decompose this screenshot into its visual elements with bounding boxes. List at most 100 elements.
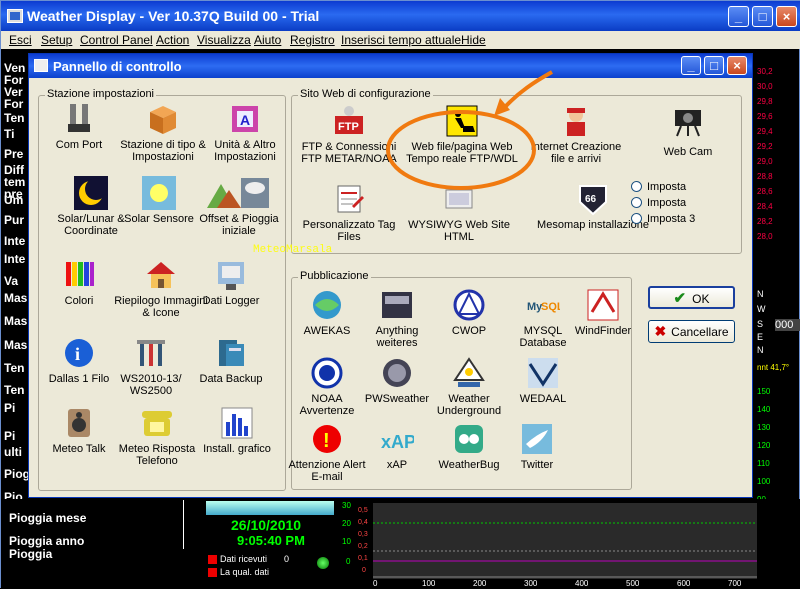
dialog-maximize-button[interactable]: □ (704, 56, 724, 75)
wedaal-button[interactable]: WEDAAL (501, 356, 585, 405)
graph-icon (220, 406, 254, 440)
ftp-icon: FTP (332, 104, 366, 138)
clock-panel: 26/10/2010 9:05:40 PM (183, 499, 334, 549)
graph-y-tick: 10 (342, 537, 351, 546)
right-tick: 150 (757, 387, 771, 396)
svg-text:66: 66 (585, 194, 597, 205)
imposta-radio-3[interactable]: Imposta 3 (631, 213, 695, 225)
menu-esci[interactable]: Esci (9, 33, 32, 47)
pwsweather-icon (380, 356, 414, 390)
graph-y2-tick: 0,2 (358, 543, 368, 550)
mesomap-icon: 66 (576, 182, 610, 216)
house-icon (144, 258, 178, 292)
twitter-button[interactable]: Twitter (495, 422, 579, 471)
right-tick: 120 (757, 441, 771, 450)
svg-text:!: ! (323, 430, 330, 452)
speaker-icon (62, 406, 96, 440)
windfinder-button[interactable]: WindFinder (561, 288, 645, 337)
right-tick: 130 (757, 423, 771, 432)
wunderground-icon (452, 356, 486, 390)
main-title-bar[interactable]: Weather Display - Ver 10.37Q Build 00 - … (1, 1, 800, 31)
graph-x-tick: 200 (473, 579, 487, 588)
menu-control-panel[interactable]: Control Panel (80, 33, 153, 47)
graph-y-tick: 30 (342, 501, 351, 510)
menu-registro[interactable]: Registro (290, 33, 335, 47)
alert-email-icon: ! (310, 422, 344, 456)
wedaal-icon (526, 356, 560, 390)
maximize-button[interactable]: □ (752, 6, 773, 27)
graph-x-tick: 0 (373, 579, 378, 588)
bottom-panel: Pioggia mese Pioggia anno Pioggia 26/10/… (1, 499, 800, 589)
install-grafico-button[interactable]: Install. grafico (187, 406, 287, 455)
watermark-text: MeteoMarsala (253, 244, 333, 256)
imposta-radio-1[interactable]: Imposta (631, 181, 686, 193)
compass-label: N (757, 289, 764, 299)
menu-aiuto[interactable]: Aiuto (254, 33, 281, 47)
imposta-radio-2[interactable]: Imposta (631, 197, 686, 209)
svg-text:SQL: SQL (541, 301, 560, 313)
com-port-icon (62, 102, 96, 136)
right-value: 30,2 (757, 67, 773, 76)
radio-circle (631, 197, 642, 208)
cancel-button[interactable]: ✖ Cancellare (648, 320, 735, 343)
graph-y2-tick: 0 (362, 567, 366, 574)
svg-text:xAP: xAP (381, 432, 414, 452)
colors-icon (62, 258, 96, 292)
unita-button[interactable]: A Unità & Altro Impostazioni (195, 102, 295, 163)
graph-y2-tick: 0,5 (358, 507, 368, 514)
ok-button[interactable]: ✔ OK (648, 286, 735, 309)
svg-text:A: A (240, 112, 250, 128)
menu-setup[interactable]: Setup (41, 33, 72, 47)
right-readout: nnt 41,7° (757, 363, 790, 372)
webcam-icon (671, 104, 705, 138)
cwop-button[interactable]: CWOP (427, 288, 511, 337)
cross-icon: ✖ (654, 323, 667, 339)
close-button[interactable]: × (776, 6, 797, 27)
weatherbug-icon (452, 422, 486, 456)
awekas-icon (310, 288, 344, 322)
right-tick: 140 (757, 405, 771, 414)
date-display: 26/10/2010 (231, 517, 302, 533)
graph-y-tick: 0 (346, 557, 351, 566)
menu-inserisci-tempo[interactable]: Inserisci tempo attuale (341, 33, 461, 47)
compass-label: N (757, 345, 764, 355)
pioggia-anno-label: Pioggia anno (9, 534, 85, 548)
right-value: 28,0 (757, 232, 773, 241)
menu-action[interactable]: Action (156, 33, 189, 47)
app-icon (7, 9, 23, 23)
right-tick: 110 (757, 459, 770, 468)
status-led (208, 555, 217, 564)
menu-visualizza[interactable]: Visualizza (197, 33, 251, 47)
annotation-highlight (386, 70, 553, 190)
menu-hide[interactable]: Hide (461, 33, 486, 47)
control-panel-dialog: Pannello di controllo _ □ × Stazione imp… (28, 53, 753, 498)
info-icon: i (62, 336, 96, 370)
graph-x-tick: 600 (677, 579, 691, 588)
web-cam-button[interactable]: Web Cam (645, 104, 731, 158)
twitter-icon (520, 422, 554, 456)
compass-label: E (757, 332, 764, 342)
graph-x-tick: 400 (575, 579, 589, 588)
status-led (208, 568, 217, 577)
dati-logger-button[interactable]: Dati Logger (181, 258, 281, 307)
internet-icon (559, 104, 593, 138)
noaa-icon (310, 356, 344, 390)
menu-bar: Esci Setup Control Panel Action Visualiz… (1, 31, 800, 49)
sun-icon (142, 176, 176, 210)
radio-circle (631, 181, 642, 192)
tools-icon (134, 336, 168, 370)
compass-label: W (757, 304, 766, 314)
graph-y2-tick: 0,1 (358, 555, 368, 562)
cwop-icon (452, 288, 486, 322)
dialog-minimize-button[interactable]: _ (681, 56, 701, 75)
offset-pioggia-button[interactable]: Offset & Pioggia iniziale (189, 176, 289, 237)
windfinder-icon (586, 288, 620, 322)
graph-y-tick: 20 (342, 519, 351, 528)
dialog-close-button[interactable]: × (727, 56, 747, 75)
dati-ricevuti-label: Dati ricevuti (220, 554, 268, 564)
weather-underground-button[interactable]: Weather Underground (427, 356, 511, 417)
data-backup-button[interactable]: Data Backup (181, 336, 281, 385)
graph-y2-tick: 0,3 (358, 531, 368, 538)
connection-indicator (317, 557, 329, 569)
minimize-button[interactable]: _ (728, 6, 749, 27)
